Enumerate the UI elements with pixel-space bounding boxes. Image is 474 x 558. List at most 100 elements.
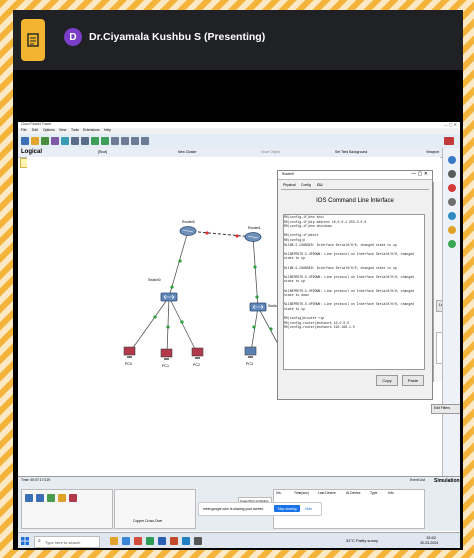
menu-tools[interactable]: Tools	[71, 128, 79, 132]
select-tool-icon[interactable]	[448, 156, 456, 164]
resize-tool-icon[interactable]	[448, 198, 456, 206]
pc-3-icon[interactable]	[244, 346, 257, 358]
dialog-title-bar: Router0 — ▢ ✕	[278, 171, 432, 180]
paste-icon[interactable]	[81, 137, 89, 145]
new-file-icon[interactable]	[21, 137, 29, 145]
custom-device-icon[interactable]	[141, 137, 149, 145]
palette-icon[interactable]	[131, 137, 139, 145]
add-pdu-icon[interactable]	[448, 226, 456, 234]
open-file-icon[interactable]	[31, 137, 39, 145]
hubs-category-icon[interactable]	[47, 494, 55, 502]
redo-icon[interactable]	[101, 137, 109, 145]
weather-text[interactable]: 31°C Partly sunny	[346, 538, 378, 543]
workspace-logical-label[interactable]: Logical	[21, 149, 42, 155]
menu-extensions[interactable]: Extensions	[83, 128, 100, 132]
viewport-label[interactable]: Viewport	[426, 150, 439, 154]
windows-start-icon[interactable]	[21, 537, 29, 545]
pc-1-label: PC1	[162, 364, 169, 368]
help-icon[interactable]	[444, 137, 454, 145]
menu-view[interactable]: View	[59, 128, 66, 132]
pc-1-icon[interactable]	[160, 348, 173, 360]
inspect-tool-icon[interactable]	[448, 170, 456, 178]
shared-screen: Cisco Packet Tracer — ▢ ✕ File Edit Opti…	[18, 122, 460, 548]
stop-sharing-button[interactable]: Stop sharing	[274, 505, 300, 512]
end-devices-category-icon[interactable]	[69, 494, 77, 502]
presentation-app-icon	[21, 19, 45, 61]
move-object-label[interactable]: Move Object	[261, 150, 280, 154]
print-icon[interactable]	[51, 137, 59, 145]
menu-edit[interactable]: Edit	[32, 128, 38, 132]
pc-0-label: PC0	[125, 362, 132, 366]
excel-icon[interactable]	[146, 537, 154, 545]
router-1-icon[interactable]	[244, 232, 262, 242]
draw-tool-icon[interactable]	[448, 212, 456, 220]
pc-3-label: PC3	[246, 362, 253, 366]
presenter-name: Dr.Ciyamala Kushbu S (Presenting)	[89, 31, 266, 43]
switch-0-icon[interactable]	[160, 292, 178, 302]
col-last-device: Last Device	[318, 491, 336, 495]
device-type-palette	[21, 489, 113, 529]
window-controls-icon[interactable]: — ▢ ✕	[444, 122, 457, 127]
complex-pdu-icon[interactable]	[448, 240, 456, 248]
app-icon[interactable]	[194, 537, 202, 545]
edit-filters-button[interactable]: Edit Filters	[431, 404, 460, 414]
col-at-device: At Device	[346, 491, 361, 495]
zoom-out-icon[interactable]	[121, 137, 129, 145]
pt-toolbar	[18, 134, 460, 149]
zoom-in-icon[interactable]	[111, 137, 119, 145]
set-background-label[interactable]: Set Tiled Background	[335, 150, 367, 154]
delete-tool-icon[interactable]	[448, 184, 456, 192]
link-s0-pc2	[168, 296, 198, 354]
tab-physical[interactable]: Physical	[283, 183, 296, 187]
pc-2-icon[interactable]	[191, 347, 204, 359]
screen-share-notice: meet.google.com is sharing your screen. …	[198, 502, 322, 516]
taskbar-search[interactable]: ⌕ Type here to search	[34, 536, 100, 548]
hide-button[interactable]: Hide	[305, 507, 312, 511]
switch-1-icon[interactable]	[249, 302, 267, 312]
router-0-icon[interactable]	[179, 226, 197, 236]
pc-2-label: PC2	[193, 363, 200, 367]
col-time: Time(sec)	[294, 491, 309, 495]
cli-heading: IOS Command Line Interface	[316, 198, 394, 204]
connections-category-icon[interactable]	[58, 494, 66, 502]
serial-link	[187, 230, 254, 238]
file-explorer-icon[interactable]	[110, 537, 118, 545]
powerpoint-icon[interactable]	[170, 537, 178, 545]
col-info: Info	[388, 491, 394, 495]
cli-console[interactable]: R0(config-if)#no shut R0(config-if)#ip ad…	[283, 214, 425, 370]
simulation-mode-label[interactable]: Simulation	[434, 478, 460, 484]
pc-0-icon[interactable]	[123, 346, 136, 358]
dialog-tabs: Physical Config CLI	[281, 182, 429, 190]
packet-tracer-icon[interactable]	[182, 537, 190, 545]
right-tool-palette	[442, 148, 460, 476]
copy-icon[interactable]	[71, 137, 79, 145]
tab-config[interactable]: Config	[301, 183, 311, 187]
router-config-dialog: Router0 — ▢ ✕ Physical Config CLI IOS Co…	[277, 170, 433, 400]
search-placeholder: Type here to search	[45, 540, 81, 545]
dialog-close-icon[interactable]: — ▢ ✕	[411, 171, 428, 177]
menu-options[interactable]: Options	[43, 128, 55, 132]
share-notice-text: meet.google.com is sharing your screen.	[203, 507, 265, 511]
copy-button[interactable]: Copy	[376, 375, 398, 386]
link-s0-pc0	[129, 296, 170, 353]
menu-file[interactable]: File	[21, 128, 26, 132]
router-0-label: Router0	[182, 220, 195, 224]
paste-button[interactable]: Paste	[402, 375, 424, 386]
tab-cli[interactable]: CLI	[317, 183, 322, 187]
word-icon[interactable]	[158, 537, 166, 545]
chrome-icon[interactable]	[134, 537, 142, 545]
undo-icon[interactable]	[91, 137, 99, 145]
switches-category-icon[interactable]	[36, 494, 44, 502]
activity-wizard-icon[interactable]	[61, 137, 69, 145]
menu-help[interactable]: Help	[104, 128, 111, 132]
col-type: Type	[370, 491, 378, 495]
new-cluster-label[interactable]: New Cluster	[178, 150, 196, 154]
routers-category-icon[interactable]	[25, 494, 33, 502]
clock-date: 30-03-2024	[420, 541, 439, 545]
switch-0-label: Switch0	[148, 278, 161, 282]
meet-top-bar: D Dr.Ciyamala Kushbu S (Presenting)	[13, 10, 463, 70]
event-list-label[interactable]: Event List	[410, 478, 425, 482]
edge-icon[interactable]	[122, 537, 130, 545]
dialog-title: Router0	[282, 172, 295, 176]
save-icon[interactable]	[41, 137, 49, 145]
